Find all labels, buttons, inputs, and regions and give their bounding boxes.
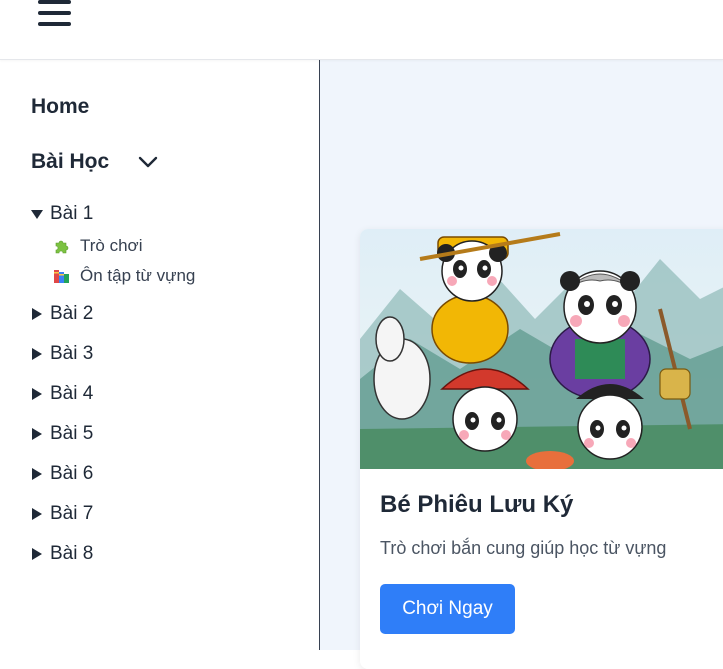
books-icon: [54, 270, 69, 283]
nav-lessons-label: Bài Học: [31, 150, 110, 173]
triangle-right-icon: [32, 468, 42, 480]
lesson-7-item[interactable]: Bài 7: [30, 503, 93, 525]
lesson-3-item[interactable]: Bài 3: [30, 343, 93, 365]
lesson-4-label: Bài 4: [50, 383, 94, 404]
lesson-8-item[interactable]: Bài 8: [30, 543, 93, 565]
triangle-right-icon: [32, 548, 42, 560]
lesson-1-vocab-review-label: Ôn tập từ vựng: [80, 266, 196, 285]
lesson-7-label: Bài 7: [50, 503, 94, 524]
triangle-right-icon: [32, 308, 42, 320]
triangle-right-icon: [32, 348, 42, 360]
lesson-3-label: Bài 3: [50, 343, 94, 364]
triangle-right-icon: [32, 388, 42, 400]
triangle-down-icon: [31, 210, 43, 219]
lesson-1-games-link[interactable]: Trò chơi: [53, 236, 142, 256]
game-card-image: [360, 229, 723, 469]
lesson-1-games-label: Trò chơi: [80, 236, 143, 255]
game-card-description: Trò chơi bắn cung giúp học từ vựng: [380, 538, 667, 558]
lesson-1-label: Bài 1: [50, 203, 94, 224]
lesson-1-item[interactable]: Bài 1: [30, 203, 93, 225]
lesson-1-vocab-review-link[interactable]: Ôn tập từ vựng: [53, 266, 195, 286]
lesson-8-label: Bài 8: [50, 543, 94, 564]
lesson-2-item[interactable]: Bài 2: [30, 303, 93, 325]
nav-lessons-toggle[interactable]: Bài Học: [31, 148, 161, 176]
lesson-5-label: Bài 5: [50, 423, 94, 444]
lesson-4-item[interactable]: Bài 4: [30, 383, 93, 405]
lesson-2-label: Bài 2: [50, 303, 94, 324]
lesson-6-item[interactable]: Bài 6: [30, 463, 93, 485]
game-card[interactable]: Bé Phiêu Lưu Ký Trò chơi bắn cung giúp h…: [360, 229, 723, 669]
triangle-right-icon: [32, 508, 42, 520]
lesson-6-label: Bài 6: [50, 463, 94, 484]
play-now-button[interactable]: Chơi Ngay: [380, 584, 515, 634]
lesson-5-item[interactable]: Bài 5: [30, 423, 93, 445]
hamburger-menu-icon[interactable]: [36, 0, 74, 30]
chevron-down-icon: [138, 156, 158, 168]
nav-home-link[interactable]: Home: [31, 95, 89, 119]
game-card-title: Bé Phiêu Lưu Ký: [380, 491, 574, 518]
puzzle-piece-icon: [55, 240, 69, 254]
triangle-right-icon: [32, 428, 42, 440]
top-bar: [0, 0, 723, 60]
